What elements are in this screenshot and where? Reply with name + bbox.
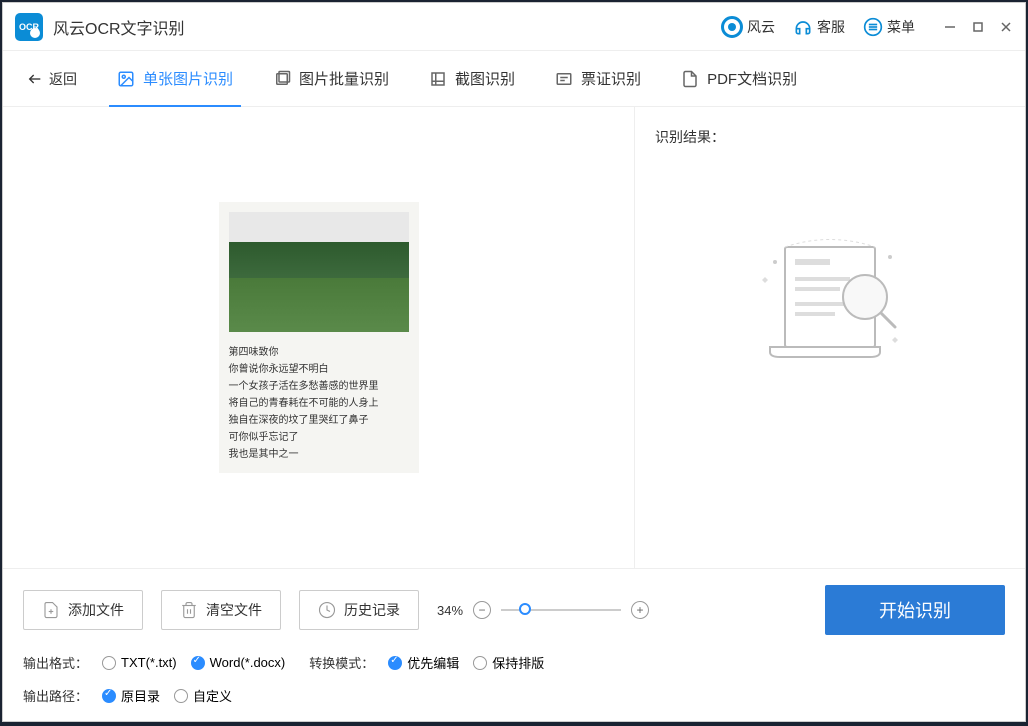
fengyun-label: 风云	[747, 17, 775, 37]
menu-button[interactable]: 菜单	[863, 17, 915, 37]
app-title: 风云OCR文字识别	[53, 15, 185, 39]
zoom-control: 34% − +	[437, 601, 649, 619]
headset-icon	[793, 17, 813, 37]
fengyun-icon	[721, 16, 743, 38]
back-label: 返回	[49, 69, 77, 89]
trash-icon	[180, 601, 198, 619]
service-label: 客服	[817, 17, 845, 37]
zoom-out-button[interactable]: −	[473, 601, 491, 619]
clear-file-label: 清空文件	[206, 600, 262, 620]
tab-label: PDF文档识别	[707, 68, 797, 89]
add-file-button[interactable]: 添加文件	[23, 590, 143, 630]
tab-label: 截图识别	[455, 68, 515, 89]
tab-screenshot[interactable]: 截图识别	[429, 51, 515, 107]
output-path-label: 输出路径：	[23, 686, 88, 705]
menu-icon	[863, 17, 883, 37]
minimize-button[interactable]	[943, 20, 957, 34]
zoom-slider-thumb[interactable]	[519, 603, 531, 615]
maximize-button[interactable]	[971, 20, 985, 34]
clear-file-button[interactable]: 清空文件	[161, 590, 281, 630]
zoom-in-button[interactable]: +	[631, 601, 649, 619]
service-button[interactable]: 客服	[793, 17, 845, 37]
tab-label: 票证识别	[581, 68, 641, 89]
path-custom-radio[interactable]: 自定义	[174, 686, 232, 705]
add-file-label: 添加文件	[68, 600, 124, 620]
menu-label: 菜单	[887, 17, 915, 37]
image-icon	[117, 70, 135, 88]
thumbnail-text: 第四味致你 你曾说你永远望不明白 一个女孩子活在多愁善感的世界里 将自己的青春耗…	[229, 344, 409, 463]
radio-checked-icon	[102, 689, 116, 703]
file-add-icon	[42, 601, 60, 619]
tab-label: 单张图片识别	[143, 68, 233, 89]
start-recognize-button[interactable]: 开始识别	[825, 585, 1005, 635]
content-area: 第四味致你 你曾说你永远望不明白 一个女孩子活在多愁善感的世界里 将自己的青春耗…	[3, 107, 1025, 568]
tab-ticket[interactable]: 票证识别	[555, 51, 641, 107]
tab-batch-image[interactable]: 图片批量识别	[273, 51, 389, 107]
tab-pdf[interactable]: PDF文档识别	[681, 51, 797, 107]
path-original-radio[interactable]: 原目录	[102, 686, 160, 705]
thumbnail-image	[229, 212, 409, 332]
radio-checked-icon	[388, 656, 402, 670]
app-logo: OCR	[15, 13, 43, 41]
clock-icon	[318, 601, 336, 619]
zoom-value: 34%	[437, 603, 463, 618]
radio-icon	[174, 689, 188, 703]
image-thumbnail[interactable]: 第四味致你 你曾说你永远望不明白 一个女孩子活在多愁善感的世界里 将自己的青春耗…	[219, 202, 419, 473]
titlebar: OCR 风云OCR文字识别 风云 客服 菜单	[3, 3, 1025, 51]
zoom-slider[interactable]	[501, 609, 621, 611]
history-label: 历史记录	[344, 600, 400, 620]
history-button[interactable]: 历史记录	[299, 590, 419, 630]
fengyun-button[interactable]: 风云	[721, 16, 775, 38]
mode-layout-radio[interactable]: 保持排版	[473, 653, 544, 672]
tab-single-image[interactable]: 单张图片识别	[117, 51, 233, 107]
result-title: 识别结果：	[655, 127, 1005, 147]
radio-icon	[473, 656, 487, 670]
crop-icon	[429, 70, 447, 88]
ticket-icon	[555, 70, 573, 88]
pdf-icon	[681, 70, 699, 88]
output-format-label: 输出格式：	[23, 653, 88, 672]
arrow-left-icon	[27, 71, 43, 87]
mode-edit-radio[interactable]: 优先编辑	[388, 653, 459, 672]
convert-mode-label: 转换模式：	[309, 653, 374, 672]
result-pane: 识别结果：	[635, 107, 1025, 568]
back-button[interactable]: 返回	[27, 69, 77, 89]
result-placeholder	[655, 227, 1005, 377]
close-button[interactable]	[999, 20, 1013, 34]
nav-tabs: 返回 单张图片识别 图片批量识别 截图识别 票证识别 PDF文档识别	[3, 51, 1025, 107]
format-txt-radio[interactable]: TXT(*.txt)	[102, 655, 177, 670]
bottom-panel: 添加文件 清空文件 历史记录 34% − + 开始识别 输出格式： TXT(*.…	[3, 568, 1025, 721]
preview-pane: 第四味致你 你曾说你永远望不明白 一个女孩子活在多愁善感的世界里 将自己的青春耗…	[3, 107, 635, 568]
format-word-radio[interactable]: Word(*.docx)	[191, 655, 286, 670]
images-icon	[273, 70, 291, 88]
radio-checked-icon	[191, 656, 205, 670]
document-illustration-icon	[750, 227, 910, 377]
tab-label: 图片批量识别	[299, 68, 389, 89]
radio-icon	[102, 656, 116, 670]
